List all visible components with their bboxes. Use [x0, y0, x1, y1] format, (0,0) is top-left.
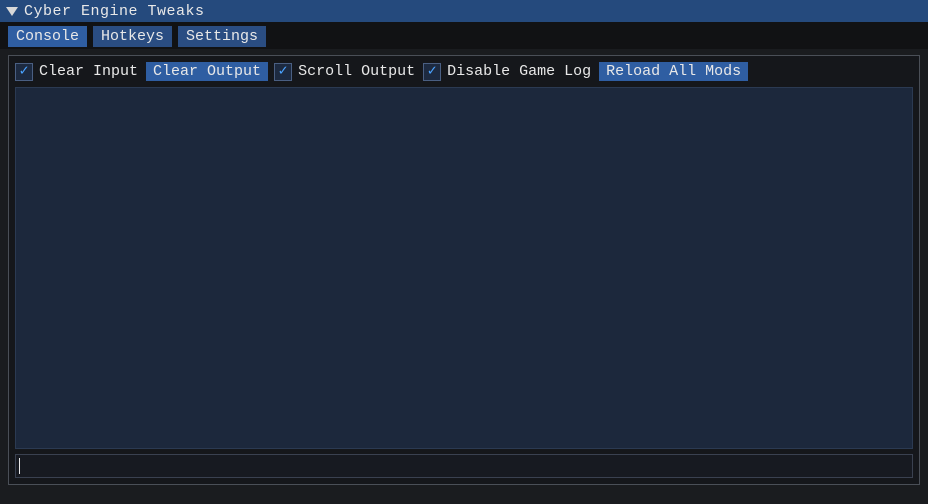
- collapse-triangle-icon[interactable]: [6, 7, 18, 16]
- check-icon: ✓: [279, 64, 288, 79]
- clear-output-button[interactable]: Clear Output: [146, 62, 268, 81]
- check-icon: ✓: [19, 64, 28, 79]
- scroll-output-checkbox[interactable]: ✓: [274, 63, 292, 81]
- scroll-output-label: Scroll Output: [298, 63, 415, 80]
- window-title: Cyber Engine Tweaks: [24, 3, 205, 20]
- clear-input-checkbox[interactable]: ✓: [15, 63, 33, 81]
- tab-settings[interactable]: Settings: [178, 26, 266, 47]
- console-input[interactable]: [20, 458, 909, 475]
- disable-game-log-label: Disable Game Log: [447, 63, 591, 80]
- disable-game-log-checkbox[interactable]: ✓: [423, 63, 441, 81]
- console-input-row[interactable]: [15, 454, 913, 478]
- console-panel: ✓ Clear Input Clear Output ✓ Scroll Outp…: [8, 55, 920, 485]
- tab-console[interactable]: Console: [8, 26, 87, 47]
- tab-bar: Console Hotkeys Settings: [0, 22, 928, 49]
- console-toolbar: ✓ Clear Input Clear Output ✓ Scroll Outp…: [15, 62, 913, 85]
- check-icon: ✓: [428, 64, 437, 79]
- console-output[interactable]: [15, 87, 913, 449]
- clear-input-label: Clear Input: [39, 63, 138, 80]
- reload-all-mods-button[interactable]: Reload All Mods: [599, 62, 748, 81]
- tab-hotkeys[interactable]: Hotkeys: [93, 26, 172, 47]
- window-titlebar[interactable]: Cyber Engine Tweaks: [0, 0, 928, 22]
